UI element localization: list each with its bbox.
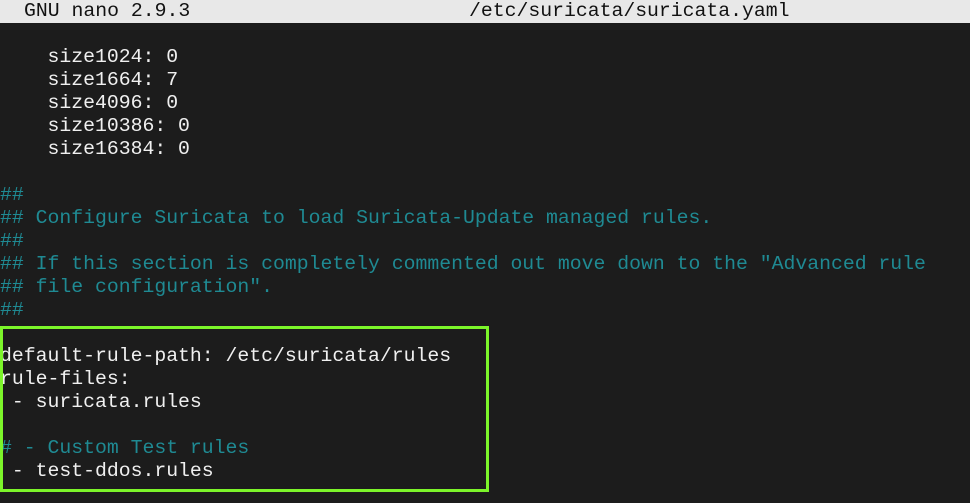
- comment-line[interactable]: ## file configuration".: [0, 276, 970, 299]
- code-line[interactable]: size1024: 0: [0, 46, 970, 69]
- editor-version-label: GNU nano 2.9.3: [24, 0, 191, 22]
- comment-line[interactable]: ## Configure Suricata to load Suricata-U…: [0, 207, 970, 230]
- terminal-window[interactable]: GNU nano 2.9.3 /etc/suricata/suricata.ya…: [0, 0, 970, 503]
- nano-title-bar: GNU nano 2.9.3 /etc/suricata/suricata.ya…: [0, 0, 970, 23]
- code-line[interactable]: size16384: 0: [0, 138, 970, 161]
- comment-line[interactable]: ## If this section is completely comment…: [0, 253, 970, 276]
- code-line[interactable]: size10386: 0: [0, 115, 970, 138]
- code-line[interactable]: rule-files:: [0, 368, 970, 391]
- code-line[interactable]: - suricata.rules: [0, 391, 970, 414]
- blank-line[interactable]: [0, 161, 970, 184]
- comment-line[interactable]: ##: [0, 299, 970, 322]
- code-line[interactable]: default-rule-path: /etc/suricata/rules: [0, 345, 970, 368]
- comment-line[interactable]: # - Custom Test rules: [0, 437, 970, 460]
- blank-line[interactable]: [0, 414, 970, 437]
- blank-line[interactable]: [0, 322, 970, 345]
- comment-line[interactable]: ##: [0, 184, 970, 207]
- editor-text-area[interactable]: size1024: 0 size1664: 7 size4096: 0 size…: [0, 46, 970, 483]
- comment-line[interactable]: ##: [0, 230, 970, 253]
- code-line[interactable]: size1664: 7: [0, 69, 970, 92]
- file-path-label: /etc/suricata/suricata.yaml: [469, 0, 790, 22]
- code-line[interactable]: size4096: 0: [0, 92, 970, 115]
- code-line[interactable]: - test-ddos.rules: [0, 460, 970, 483]
